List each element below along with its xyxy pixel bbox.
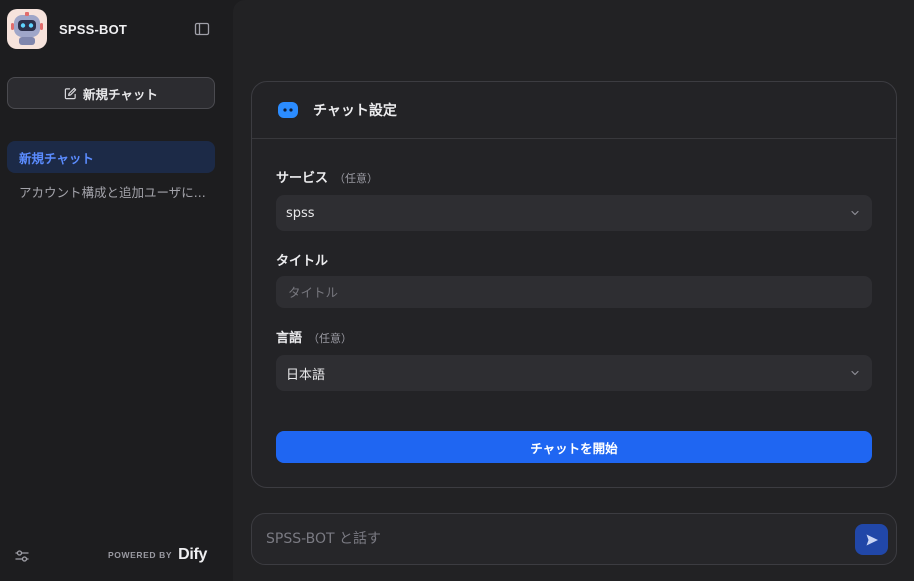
card-header: チャット設定 (252, 82, 896, 139)
conversation-item[interactable]: アカウント構成と追加ユーザに... (7, 175, 215, 207)
chat-input[interactable] (252, 514, 842, 564)
send-button[interactable] (855, 524, 888, 555)
chevron-down-icon (851, 210, 859, 216)
app-brand: SPSS-BOT (7, 9, 127, 49)
sidebar: SPSS-BOT 新規チャット 新規チャット アカウント構成と追加ユーザに... (0, 0, 233, 581)
robot-avatar-icon (7, 9, 47, 49)
sliders-icon (15, 550, 29, 562)
send-icon (866, 534, 878, 545)
title-label: タイトル (276, 254, 329, 269)
card-title: チャット設定 (313, 103, 397, 119)
card-body: サービス （任意） spss タイトル 言語 （任意） (252, 139, 896, 391)
language-select[interactable]: 日本語 (276, 355, 872, 391)
chat-settings-card: チャット設定 サービス （任意） spss タイトル タイトル 言語 （任意） … (251, 81, 897, 488)
service-label: サービス (276, 171, 329, 186)
chat-input-box (251, 513, 897, 565)
service-select-value: spss (286, 205, 315, 221)
settings-button[interactable] (14, 548, 32, 566)
app-window: SPSS-BOT 新規チャット 新規チャット アカウント構成と追加ユーザに... (0, 0, 914, 581)
service-field-label: サービス （任意） (276, 167, 872, 186)
service-optional-hint: （任意） (334, 172, 379, 185)
title-field-label: タイトル (276, 250, 872, 269)
robot-icon (278, 102, 298, 118)
app-name: SPSS-BOT (59, 21, 128, 37)
edit-icon (64, 87, 77, 99)
chevron-down-icon (851, 370, 859, 376)
language-label: 言語 (276, 331, 303, 346)
conversation-item-active[interactable]: 新規チャット (7, 141, 215, 173)
powered-by: POWERED BY Dify (108, 546, 207, 564)
powered-by-label: POWERED BY (108, 550, 173, 560)
start-chat-button[interactable]: チャットを開始 (276, 431, 872, 463)
dify-logo: Dify (178, 546, 208, 563)
conversation-list: 新規チャット アカウント構成と追加ユーザに... (7, 141, 215, 207)
language-optional-hint: （任意） (308, 332, 353, 345)
language-field-label: 言語 （任意） (276, 327, 872, 346)
sidebar-toggle-icon (194, 22, 210, 36)
service-select[interactable]: spss (276, 195, 872, 231)
sidebar-collapse-button[interactable] (193, 20, 211, 38)
new-chat-button[interactable]: 新規チャット (7, 77, 215, 109)
language-select-value: 日本語 (286, 367, 326, 383)
title-input[interactable] (276, 276, 872, 308)
main-panel: チャット設定 サービス （任意） spss タイトル タイトル 言語 （任意） … (233, 0, 914, 581)
new-chat-label: 新規チャット (83, 86, 158, 102)
